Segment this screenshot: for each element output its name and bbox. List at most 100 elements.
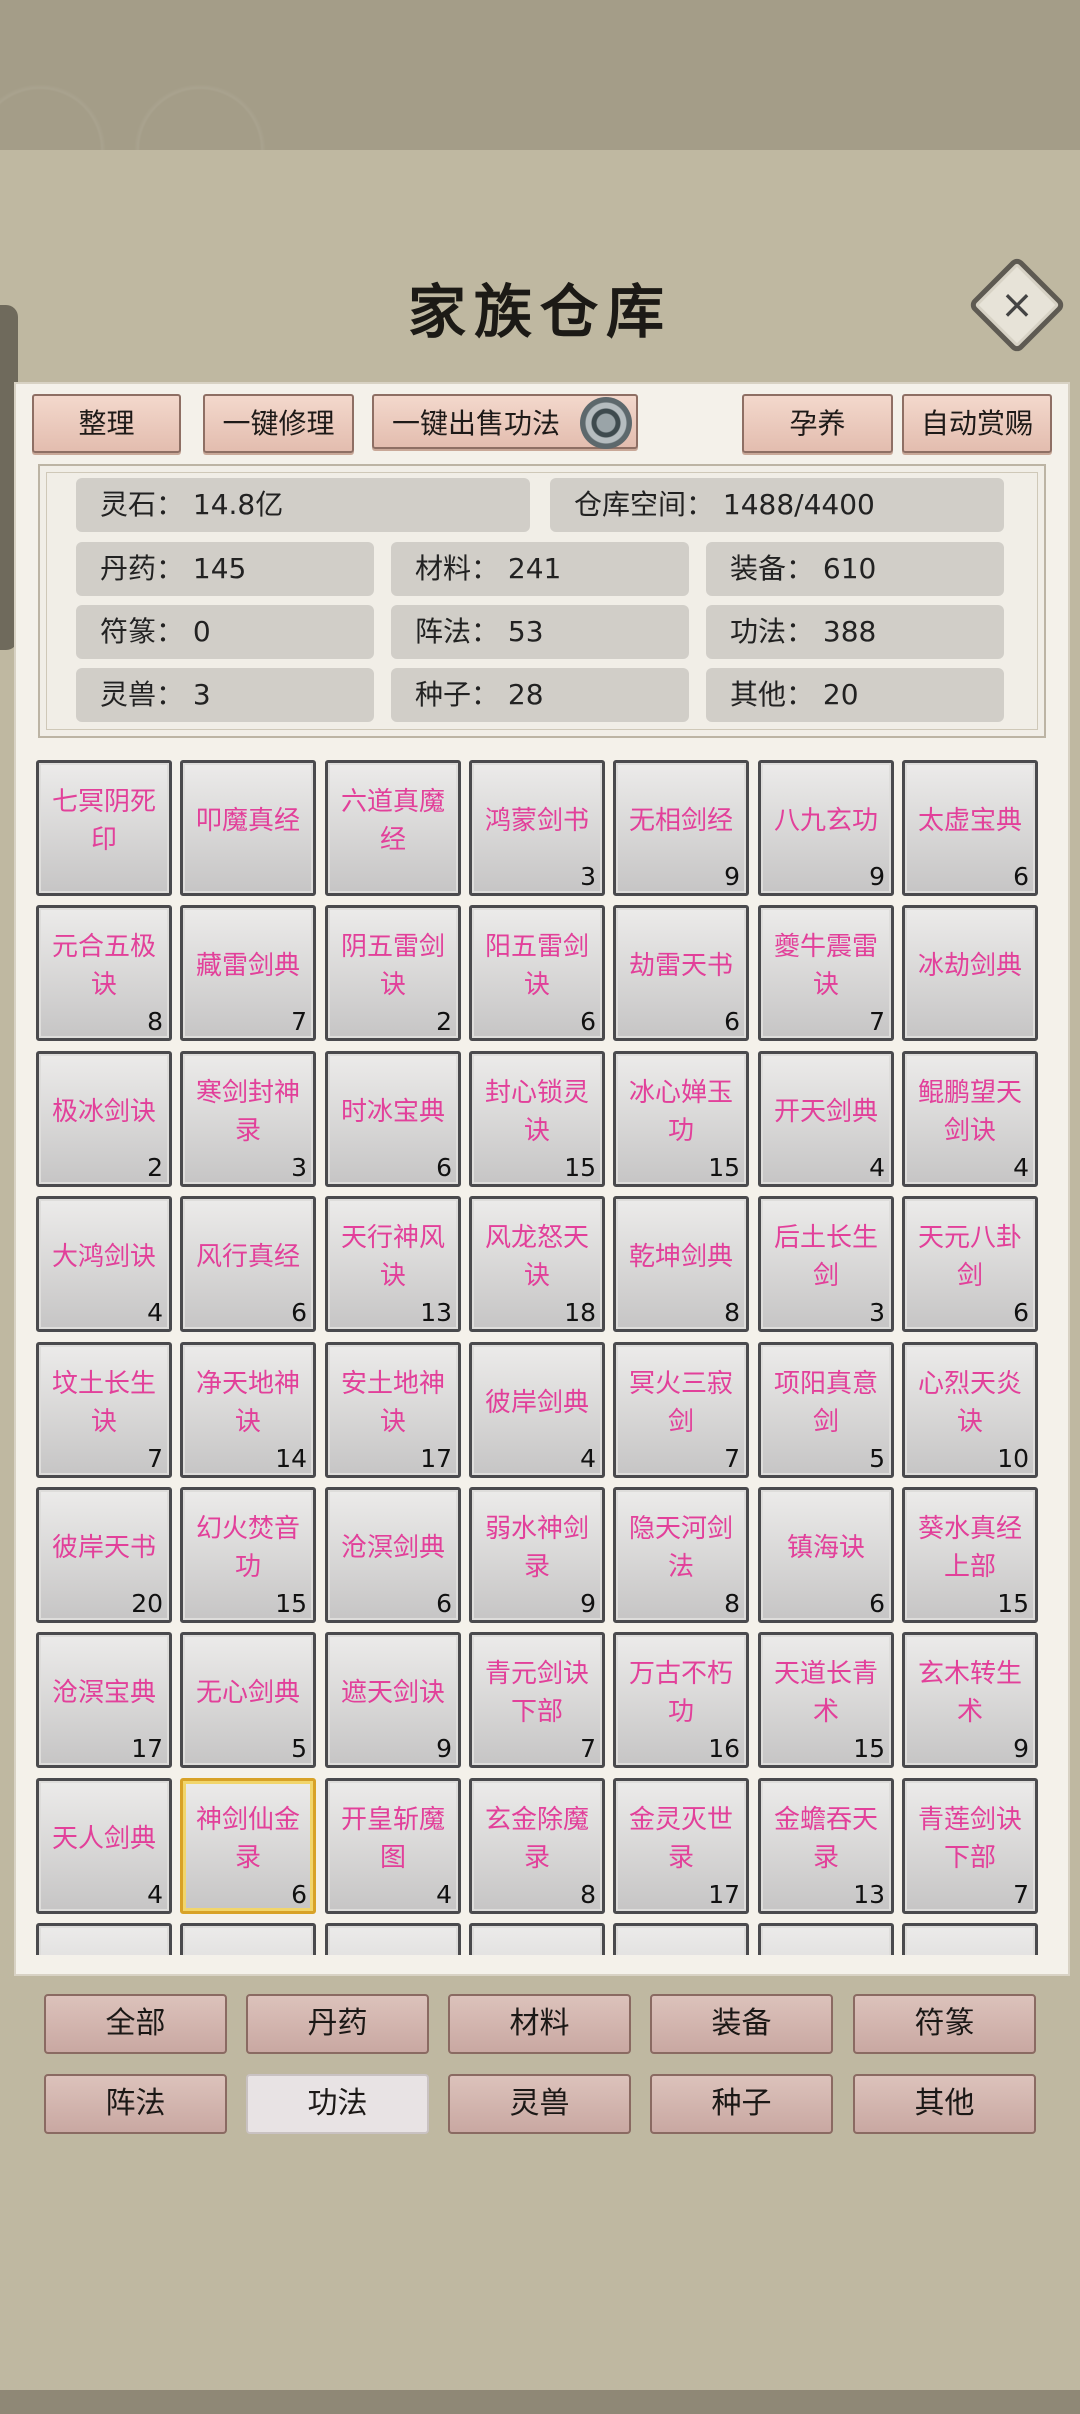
item-slot[interactable]: 夔牛震雷诀 7 xyxy=(758,905,894,1041)
item-slot[interactable]: 风龙怒天诀 18 xyxy=(469,1196,605,1332)
item-slot[interactable]: 金蟾吞天录 13 xyxy=(758,1778,894,1914)
item-slot[interactable]: 玄金除魔录 8 xyxy=(469,1778,605,1914)
item-slot[interactable]: 封心锁灵诀 15 xyxy=(469,1051,605,1187)
item-slot[interactable]: 七冥阴死印 xyxy=(36,760,172,896)
item-quantity: 4 xyxy=(1013,1153,1029,1182)
item-slot[interactable] xyxy=(902,1923,1038,1955)
category-tab[interactable]: 丹药 xyxy=(246,1994,429,2054)
item-slot[interactable]: 天道长青术 15 xyxy=(758,1632,894,1768)
item-quantity: 8 xyxy=(724,1298,740,1327)
stat-others: 其他： 20 xyxy=(706,668,1004,722)
item-slot[interactable]: 镇海诀 6 xyxy=(758,1487,894,1623)
item-slot[interactable]: 冥火三寂剑 7 xyxy=(613,1342,749,1478)
item-slot[interactable]: 乾坤剑典 8 xyxy=(613,1196,749,1332)
item-slot[interactable]: 幻火焚音功 15 xyxy=(180,1487,316,1623)
stat-talismans: 符篆： 0 xyxy=(76,605,374,659)
category-tab[interactable]: 阵法 xyxy=(44,2074,227,2134)
item-quantity: 10 xyxy=(997,1444,1029,1473)
auto-reward-button[interactable]: 自动赏赐 xyxy=(902,394,1052,453)
item-slot[interactable]: 大鸿剑诀 4 xyxy=(36,1196,172,1332)
item-slot[interactable]: 万古不朽功 16 xyxy=(613,1632,749,1768)
item-slot[interactable]: 寒剑封神录 3 xyxy=(180,1051,316,1187)
item-slot[interactable]: 隐天河剑法 8 xyxy=(613,1487,749,1623)
item-slot[interactable]: 无心剑典 5 xyxy=(180,1632,316,1768)
category-tab[interactable]: 材料 xyxy=(448,1994,631,2054)
item-slot[interactable]: 藏雷剑典 7 xyxy=(180,905,316,1041)
breed-button[interactable]: 孕养 xyxy=(742,394,893,453)
item-slot[interactable]: 风行真经 6 xyxy=(180,1196,316,1332)
item-slot[interactable] xyxy=(469,1923,605,1955)
item-slot[interactable]: 时冰宝典 6 xyxy=(325,1051,461,1187)
item-slot[interactable]: 遮天剑诀 9 xyxy=(325,1632,461,1768)
category-tab[interactable]: 功法 xyxy=(246,2074,429,2134)
item-slot[interactable]: 鸿蒙剑书 3 xyxy=(469,760,605,896)
item-slot[interactable]: 神剑仙金录 6 xyxy=(180,1778,316,1914)
item-slot[interactable]: 天元八卦剑 6 xyxy=(902,1196,1038,1332)
category-tab[interactable]: 装备 xyxy=(650,1994,833,2054)
item-slot[interactable]: 冰劫剑典 xyxy=(902,905,1038,1041)
item-slot[interactable]: 开皇斩魔图 4 xyxy=(325,1778,461,1914)
item-slot[interactable]: 阳五雷剑诀 6 xyxy=(469,905,605,1041)
item-slot[interactable]: 玄木转生术 9 xyxy=(902,1632,1038,1768)
item-slot[interactable]: 葵水真经上部 15 xyxy=(902,1487,1038,1623)
item-slot[interactable]: 彼岸天书 20 xyxy=(36,1487,172,1623)
close-icon: × xyxy=(1000,282,1034,328)
item-slot[interactable]: 净天地神诀 14 xyxy=(180,1342,316,1478)
stat-seeds: 种子： 28 xyxy=(391,668,689,722)
item-slot[interactable]: 叩魔真经 xyxy=(180,760,316,896)
item-slot[interactable]: 天行神风诀 13 xyxy=(325,1196,461,1332)
item-slot[interactable]: 无相剑经 9 xyxy=(613,760,749,896)
item-slot[interactable]: 安土地神诀 17 xyxy=(325,1342,461,1478)
item-slot[interactable]: 金灵灭世录 17 xyxy=(613,1778,749,1914)
item-slot[interactable]: 天人剑典 4 xyxy=(36,1778,172,1914)
item-slot[interactable] xyxy=(758,1923,894,1955)
item-quantity: 7 xyxy=(724,1444,740,1473)
item-slot[interactable] xyxy=(36,1923,172,1955)
gear-icon[interactable] xyxy=(580,397,632,449)
category-tab[interactable]: 灵兽 xyxy=(448,2074,631,2134)
category-tab[interactable]: 符篆 xyxy=(853,1994,1036,2054)
stat-spirit-stone: 灵石： 14.8亿 xyxy=(76,478,530,532)
item-slot[interactable]: 劫雷天书 6 xyxy=(613,905,749,1041)
item-slot[interactable]: 极冰剑诀 2 xyxy=(36,1051,172,1187)
item-slot[interactable]: 后土长生剑 3 xyxy=(758,1196,894,1332)
item-slot[interactable]: 八九玄功 9 xyxy=(758,760,894,896)
item-quantity: 7 xyxy=(580,1734,596,1763)
item-slot[interactable] xyxy=(613,1923,749,1955)
item-name: 六道真魔经 xyxy=(340,787,445,855)
item-slot[interactable]: 彼岸剑典 4 xyxy=(469,1342,605,1478)
item-quantity: 9 xyxy=(1013,1734,1029,1763)
item-quantity: 15 xyxy=(564,1153,596,1182)
item-slot[interactable]: 开天剑典 4 xyxy=(758,1051,894,1187)
item-slot[interactable]: 鲲鹏望天剑诀 4 xyxy=(902,1051,1038,1187)
item-slot[interactable]: 六道真魔经 xyxy=(325,760,461,896)
stat-equipment: 装备： 610 xyxy=(706,542,1004,596)
item-quantity: 6 xyxy=(436,1589,452,1618)
repair-all-button[interactable]: 一键修理 xyxy=(203,394,354,453)
sort-button[interactable]: 整理 xyxy=(32,394,181,453)
item-slot[interactable] xyxy=(325,1923,461,1955)
item-slot[interactable]: 冰心婵玉功 15 xyxy=(613,1051,749,1187)
item-quantity: 7 xyxy=(869,1007,885,1036)
item-quantity: 3 xyxy=(869,1298,885,1327)
item-slot[interactable]: 弱水神剑录 9 xyxy=(469,1487,605,1623)
item-slot[interactable]: 阴五雷剑诀 2 xyxy=(325,905,461,1041)
category-tab[interactable]: 其他 xyxy=(853,2074,1036,2134)
item-slot[interactable]: 沧溟宝典 17 xyxy=(36,1632,172,1768)
item-slot[interactable]: 项阳真意剑 5 xyxy=(758,1342,894,1478)
item-slot[interactable]: 沧溟剑典 6 xyxy=(325,1487,461,1623)
item-slot[interactable]: 坟土长生诀 7 xyxy=(36,1342,172,1478)
item-slot[interactable]: 青元剑诀下部 7 xyxy=(469,1632,605,1768)
category-tab[interactable]: 种子 xyxy=(650,2074,833,2134)
item-quantity: 4 xyxy=(580,1444,596,1473)
item-slot[interactable]: 太虚宝典 6 xyxy=(902,760,1038,896)
stat-skills: 功法： 388 xyxy=(706,605,1004,659)
item-slot[interactable]: 心烈天炎诀 10 xyxy=(902,1342,1038,1478)
item-quantity: 2 xyxy=(147,1153,163,1182)
item-slot[interactable]: 青莲剑诀下部 7 xyxy=(902,1778,1038,1914)
item-slot[interactable] xyxy=(180,1923,316,1955)
item-slot[interactable]: 元合五极诀 8 xyxy=(36,905,172,1041)
item-quantity: 5 xyxy=(869,1444,885,1473)
item-grid[interactable]: 七冥阴死印 叩魔真经 六道真魔经 鸿蒙剑书 3 无相剑经 9 八九玄功 9 太虚宝典 6 元合五极诀 8… xyxy=(36,760,1048,1955)
category-tab[interactable]: 全部 xyxy=(44,1994,227,2054)
